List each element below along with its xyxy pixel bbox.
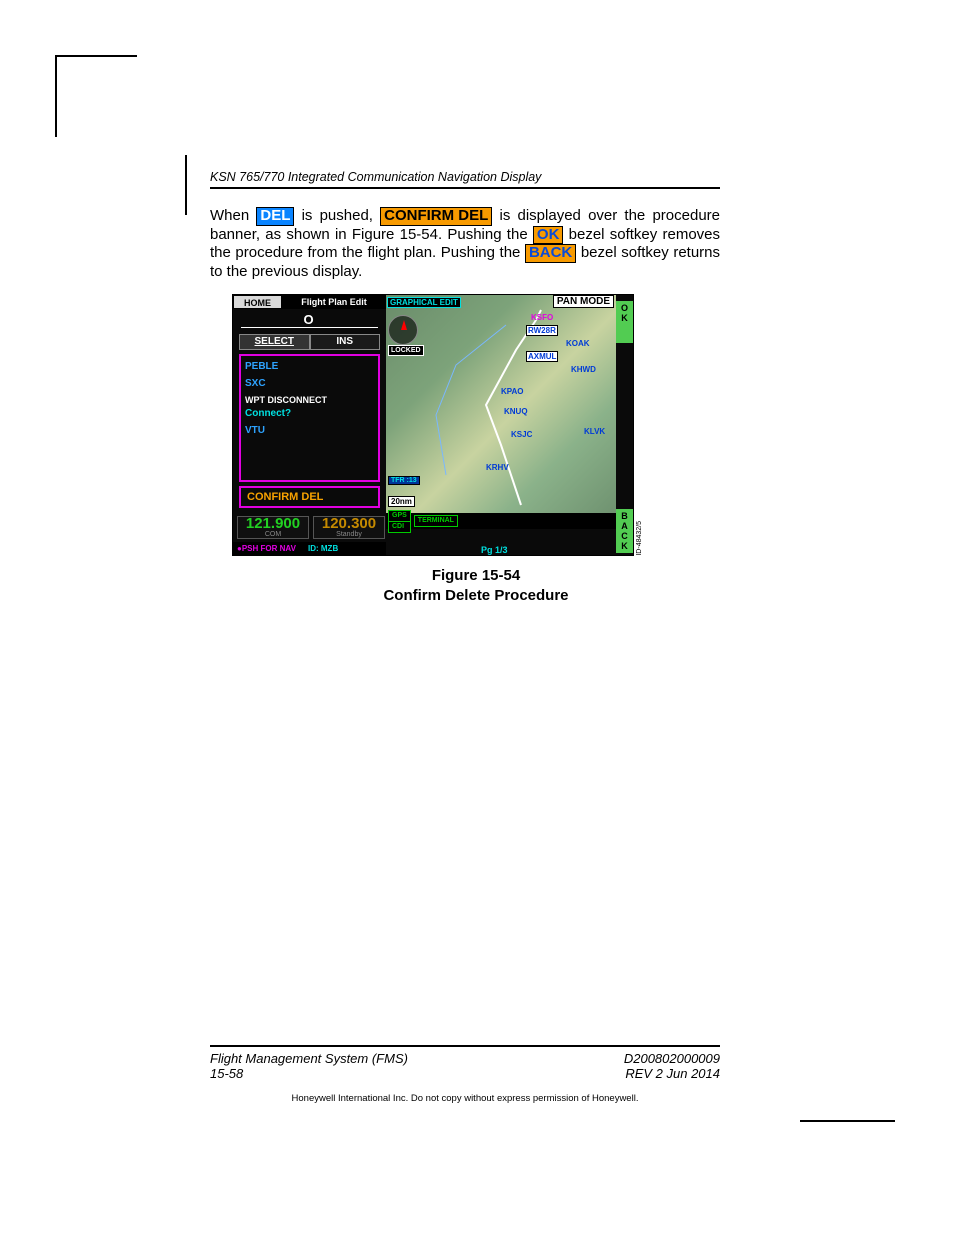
ok-bezel-label: O K <box>621 303 628 323</box>
select-button[interactable]: SELECT <box>239 334 310 350</box>
page-footer: Flight Management System (FMS) D20080200… <box>210 1045 720 1104</box>
back-softkey-label: BACK <box>525 244 576 263</box>
left-panel: HOME Flight Plan Edit K S A N – K S F O … <box>233 295 386 555</box>
back-bezel-label: B A C K <box>621 511 628 551</box>
active-freq-value: 121.900 <box>238 517 308 531</box>
pan-mode-badge: PAN MODE <box>553 295 614 308</box>
airport-label: KPAO <box>501 387 524 396</box>
standby-freq-value: 120.300 <box>314 517 384 531</box>
del-softkey-label: DEL <box>256 207 294 226</box>
home-button[interactable]: HOME <box>233 295 282 309</box>
airport-label: KOAK <box>566 339 590 348</box>
locked-badge: LOCKED <box>388 345 424 356</box>
footer-page-number: 15-58 <box>210 1066 243 1081</box>
crop-mark-tl <box>55 55 137 137</box>
active-frequency[interactable]: 121.900 COM <box>237 516 309 539</box>
waypoint-item[interactable]: PEBLE <box>245 358 374 375</box>
confirm-del-label: CONFIRM DEL <box>380 207 492 226</box>
waypoint-item[interactable]: SXC <box>245 375 374 392</box>
flight-plan-edit-title: Flight Plan Edit <box>282 295 386 309</box>
compass-icon <box>388 315 418 345</box>
running-header: KSN 765/770 Integrated Communication Nav… <box>210 170 720 189</box>
confirm-del-banner[interactable]: CONFIRM DEL <box>239 486 380 508</box>
airport-label: KHWD <box>571 365 596 374</box>
para-text: When <box>210 207 256 224</box>
nav-id-label: ID: MZB <box>308 542 338 555</box>
active-freq-label: COM <box>238 531 308 538</box>
figure-wrapper: HOME Flight Plan Edit K S A N – K S F O … <box>232 294 720 605</box>
right-bezel: O K B A C K <box>616 295 633 555</box>
footer-revision: REV 2 Jun 2014 <box>625 1066 720 1081</box>
figure-title: Confirm Delete Procedure <box>232 586 720 606</box>
airport-label: KLVK <box>584 427 605 436</box>
airport-label: KNUQ <box>504 407 528 416</box>
tfr-badge: TFR :13 <box>388 476 420 485</box>
figure-number: Figure 15-54 <box>232 566 720 586</box>
psh-for-nav-label: ●PSH FOR NAV <box>237 544 296 553</box>
airport-label: KSJC <box>511 430 532 439</box>
connect-prompt[interactable]: Connect? <box>245 408 374 422</box>
copyright-notice: Honeywell International Inc. Do not copy… <box>210 1093 720 1104</box>
crop-mark-br <box>800 1120 895 1202</box>
airport-label: KRHV <box>486 463 509 472</box>
cdi-badge: CDI <box>388 521 411 533</box>
footer-doc-number: D200802000009 <box>624 1051 720 1066</box>
graphical-edit-badge: GRAPHICAL EDIT <box>387 297 461 308</box>
bottom-status-bar: ●PSH FOR NAV ID: MZB <box>233 542 386 555</box>
ok-bezel-softkey[interactable]: O K <box>616 301 633 343</box>
wpt-disconnect-label: WPT DISCONNECT <box>245 392 374 408</box>
back-bezel-softkey[interactable]: B A C K <box>616 509 633 553</box>
page-indicator: Pg 1/3 <box>481 545 508 555</box>
runway-label: RW28R <box>526 325 558 336</box>
body-paragraph: When DEL is pushed, CONFIRM DEL is displ… <box>210 207 720 280</box>
ins-button[interactable]: INS <box>310 334 381 350</box>
standby-frequency[interactable]: 120.300 Standby <box>313 516 385 539</box>
standby-freq-label: Standby <box>314 531 384 538</box>
ok-softkey-label: OK <box>533 226 564 245</box>
ksn-display-mockup: HOME Flight Plan Edit K S A N – K S F O … <box>232 294 634 556</box>
map-panel[interactable]: GRAPHICAL EDIT PAN MODE LOCKED KSFO RW28… <box>386 295 616 513</box>
intersection-label: AXMUL <box>526 351 558 362</box>
map-status-row: GPS CDI TERMINAL <box>386 513 616 529</box>
flight-plan-list: PEBLE SXC WPT DISCONNECT Connect? VTU <box>239 354 380 482</box>
flight-path-line <box>386 295 616 513</box>
image-id-label: ID-48432/5 <box>636 521 643 556</box>
airport-label: KSFO <box>531 313 553 322</box>
footer-doc-title: Flight Management System (FMS) <box>210 1051 408 1066</box>
figure-caption: Figure 15-54 Confirm Delete Procedure <box>232 566 720 605</box>
crop-mark-left <box>185 155 187 215</box>
terminal-badge: TERMINAL <box>414 515 458 527</box>
waypoint-item[interactable]: VTU <box>245 422 374 439</box>
map-scale-badge: 20nm <box>388 496 415 507</box>
para-text: is pushed, <box>302 207 381 224</box>
